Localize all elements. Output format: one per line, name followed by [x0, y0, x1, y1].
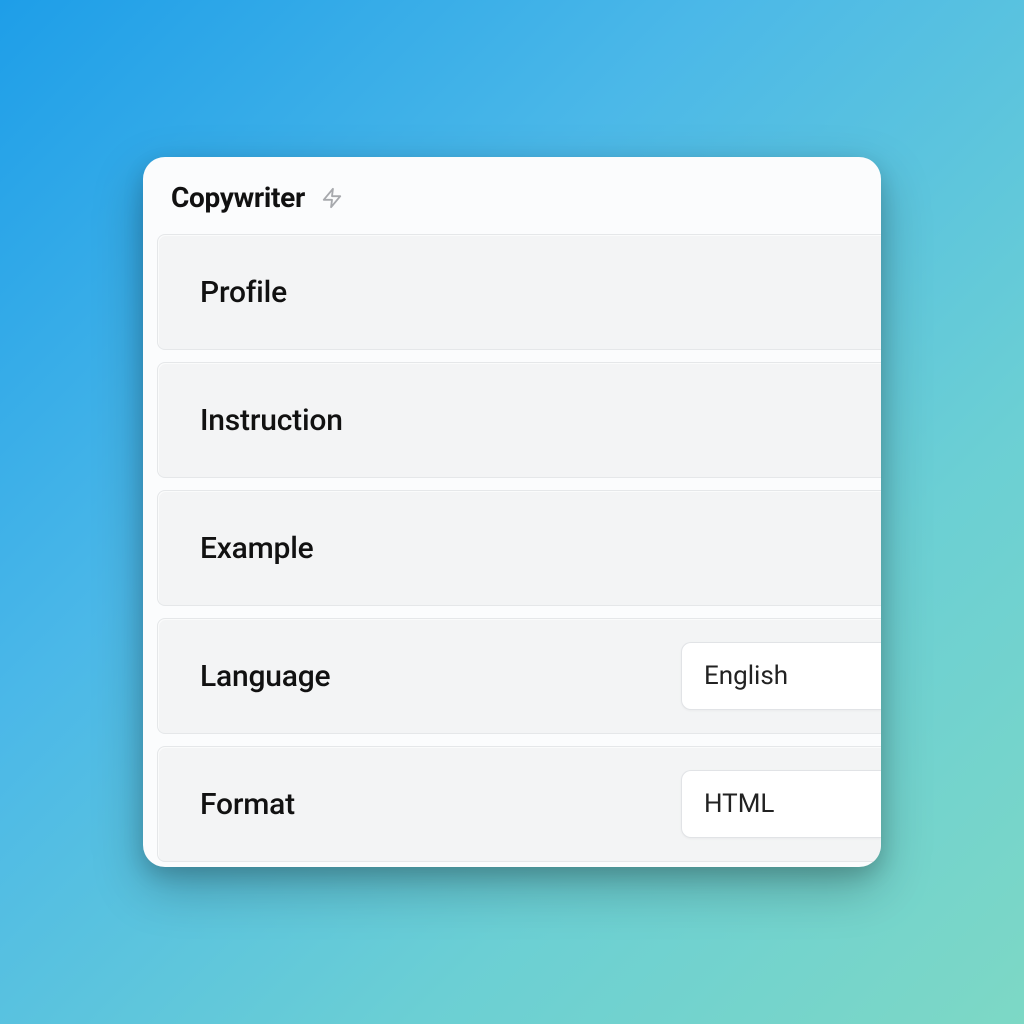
rows-container: Profile Instruction Example Language Eng…: [143, 234, 881, 862]
select-value: HTML: [704, 789, 774, 819]
format-select[interactable]: HTML: [681, 770, 881, 838]
lightning-icon: [319, 185, 345, 211]
select-value: English: [704, 661, 788, 691]
row-format[interactable]: Format HTML: [157, 746, 881, 862]
header-title: Copywriter: [171, 181, 305, 214]
card-header: Copywriter: [143, 157, 881, 234]
row-example[interactable]: Example: [157, 490, 881, 606]
row-label: Profile: [200, 275, 287, 310]
card-panel: Copywriter Profile Instruction Example L…: [143, 157, 881, 867]
row-label: Format: [200, 787, 295, 822]
row-instruction[interactable]: Instruction: [157, 362, 881, 478]
row-profile[interactable]: Profile: [157, 234, 881, 350]
row-label: Language: [200, 659, 330, 694]
row-language[interactable]: Language English: [157, 618, 881, 734]
row-label: Instruction: [200, 403, 343, 438]
language-select[interactable]: English: [681, 642, 881, 710]
row-label: Example: [200, 531, 314, 566]
